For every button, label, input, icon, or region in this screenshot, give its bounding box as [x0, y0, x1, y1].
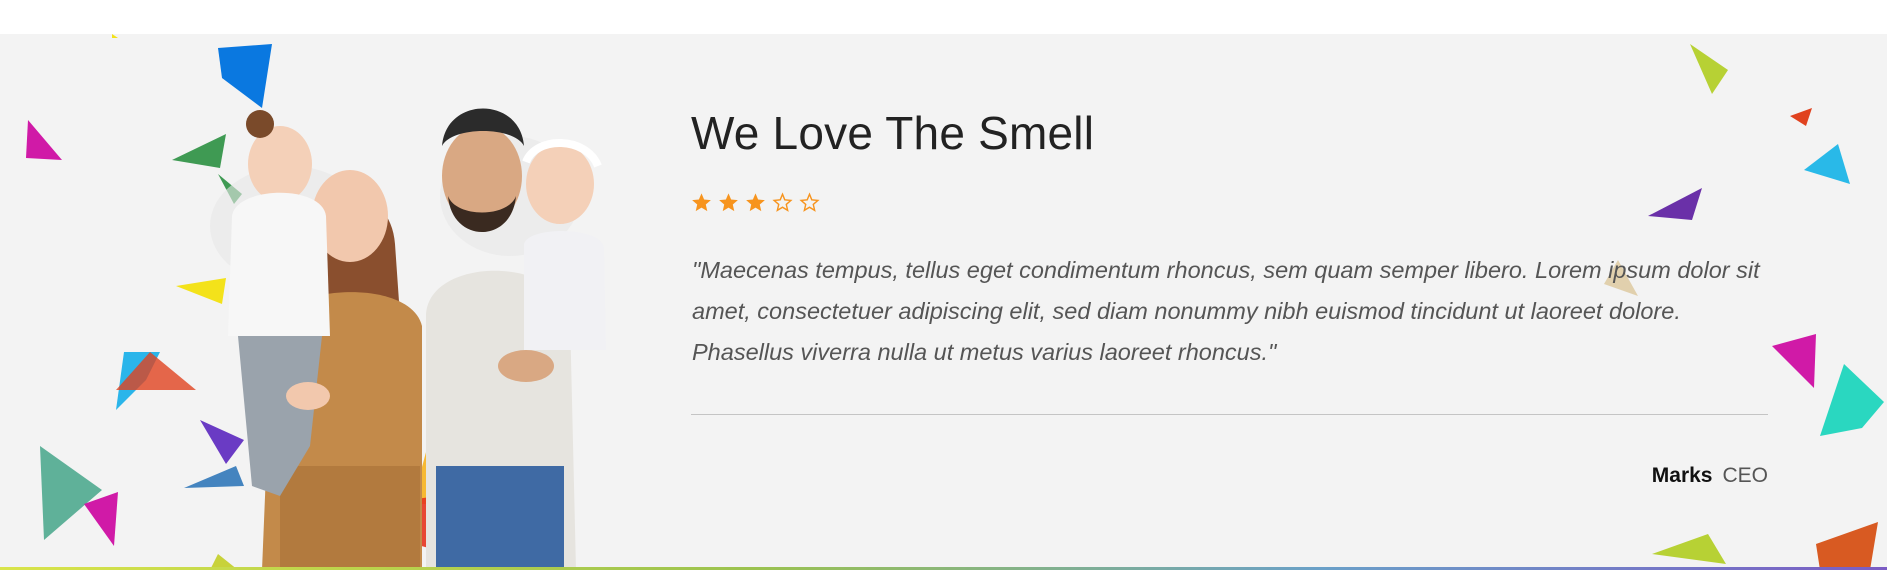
star-filled-icon — [719, 193, 738, 212]
confetti-triangle — [1816, 522, 1878, 570]
testimonial-author: Marks CEO — [1652, 464, 1768, 488]
confetti-triangle — [1804, 144, 1850, 184]
confetti-triangle — [1820, 364, 1884, 436]
confetti-triangle — [26, 120, 62, 160]
testimonial-quote: "Maecenas tempus, tellus eget condimentu… — [692, 257, 1760, 365]
star-empty-icon — [772, 192, 793, 212]
confetti-triangle — [112, 34, 118, 38]
author-role: CEO — [1722, 464, 1768, 487]
star-empty-icon — [799, 192, 820, 212]
testimonial-title: We Love The Smell — [691, 107, 1095, 159]
divider — [691, 414, 1768, 415]
confetti-triangle — [1790, 108, 1812, 126]
star-rating — [691, 192, 820, 213]
confetti-triangle — [1772, 334, 1816, 388]
testimonial-content: We Love The Smell "Maecenas tempus, tell… — [691, 34, 1771, 570]
star-filled-icon — [746, 193, 765, 212]
confetti-triangle — [40, 446, 102, 540]
author-name: Marks — [1651, 464, 1713, 487]
star-filled-icon — [692, 193, 711, 212]
family-photo — [210, 108, 606, 570]
testimonial-section: We Love The Smell "Maecenas tempus, tell… — [0, 34, 1887, 570]
top-strip — [0, 0, 1887, 34]
